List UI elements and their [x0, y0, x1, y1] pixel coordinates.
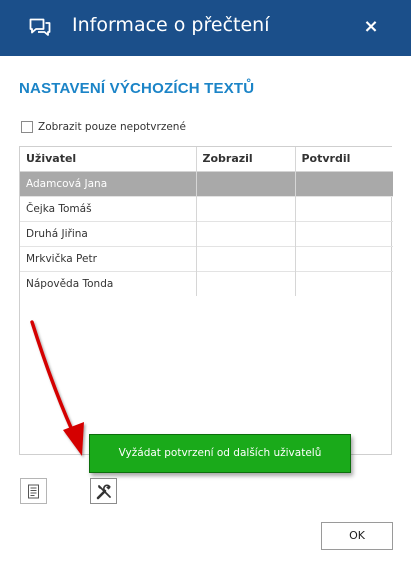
column-header-confirmed[interactable]: Potvrdil: [294, 147, 393, 172]
document-button[interactable]: [20, 478, 47, 504]
unconfirmed-checkbox[interactable]: [21, 121, 33, 133]
chat-bubbles-icon: [29, 18, 51, 36]
cell-user: Nápověda Tonda: [20, 270, 196, 296]
cell-user: Adamcová Jana: [20, 170, 196, 196]
cell-confirmed: [294, 270, 393, 296]
table-row[interactable]: Mrkvička Petr: [20, 245, 393, 271]
request-confirmation-tooltip: Vyžádat potvrzení od dalších uživatelů: [89, 434, 351, 473]
cell-user: Druhá Jiřina: [20, 220, 196, 246]
column-header-shown[interactable]: Zobrazil: [195, 147, 295, 172]
users-table: Uživatel Zobrazil Potvrdil Adamcová Jana…: [19, 146, 393, 455]
cell-confirmed: [294, 170, 393, 196]
cell-user: Čejka Tomáš: [20, 195, 196, 221]
cell-confirmed: [294, 220, 393, 246]
column-header-user[interactable]: Uživatel: [20, 147, 196, 172]
document-icon: [28, 484, 39, 499]
table-row[interactable]: Čejka Tomáš: [20, 195, 393, 221]
cell-shown: [195, 170, 295, 196]
cell-confirmed: [294, 195, 393, 221]
dialog-titlebar: Informace o přečtení ×: [0, 0, 411, 56]
tools-button[interactable]: [90, 478, 117, 504]
table-header-row: Uživatel Zobrazil Potvrdil: [20, 147, 393, 172]
cell-confirmed: [294, 245, 393, 271]
cell-shown: [195, 195, 295, 221]
dialog-title: Informace o přečtení: [72, 14, 270, 36]
close-button[interactable]: ×: [360, 16, 382, 38]
table-row[interactable]: Nápověda Tonda: [20, 270, 393, 296]
tools-icon: [96, 484, 111, 500]
cell-user: Mrkvička Petr: [20, 245, 196, 271]
unconfirmed-checkbox-label: Zobrazit pouze nepotvrzené: [38, 121, 186, 133]
cell-shown: [195, 220, 295, 246]
table-row[interactable]: Druhá Jiřina: [20, 220, 393, 246]
cell-shown: [195, 245, 295, 271]
unconfirmed-filter[interactable]: Zobrazit pouze nepotvrzené: [21, 120, 186, 134]
cell-shown: [195, 270, 295, 296]
section-heading: NASTAVENÍ VÝCHOZÍCH TEXTŮ: [19, 80, 255, 97]
ok-button[interactable]: OK: [321, 522, 393, 550]
table-row[interactable]: Adamcová Jana: [20, 170, 393, 196]
